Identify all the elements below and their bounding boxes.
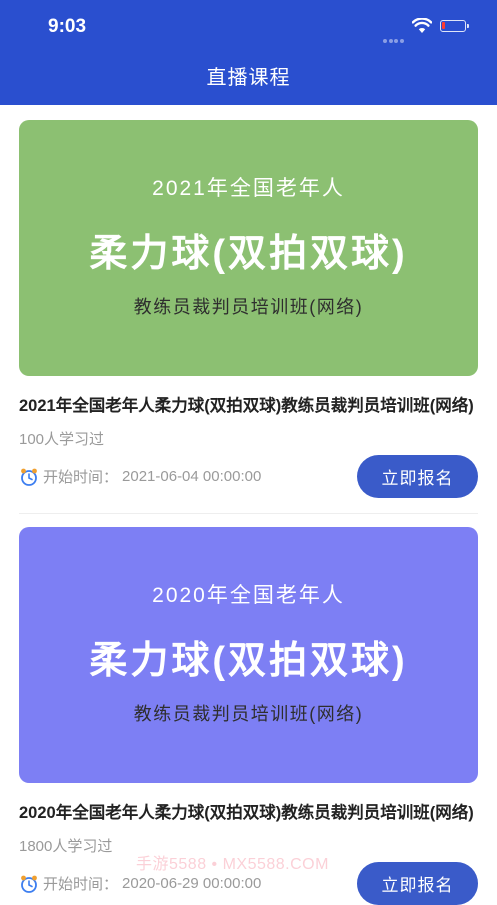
alarm-clock-icon (21, 875, 37, 893)
banner-title: 柔力球(双拍双球) (89, 233, 408, 275)
course-start-time: 开始时间： 2020-06-29 00:00:00 (19, 873, 261, 894)
course-title[interactable]: 2021年全国老年人柔力球(双拍双球)教练员裁判员培训班(网络) (19, 392, 477, 416)
nav-bar: 直播课程 (0, 54, 497, 105)
watermark: 手游5588 • MX5588.COM (136, 856, 329, 873)
enroll-button[interactable]: 立即报名 (357, 862, 478, 905)
banner-caption: 教练员裁判员培训班(网络) (133, 297, 364, 317)
course-learners: 100人学习过 (19, 431, 105, 448)
battery-icon (440, 20, 469, 32)
course-banner[interactable]: 2020年全国老年人 柔力球(双拍双球) 教练员裁判员培训班(网络) (19, 527, 478, 783)
start-time-label: 开始时间： (43, 876, 119, 893)
status-bar: 9:03 (0, 0, 497, 54)
banner-title: 柔力球(双拍双球) (89, 640, 408, 682)
banner-subtitle: 2020年全国老年人 (152, 584, 345, 607)
course-banner[interactable]: 2021年全国老年人 柔力球(双拍双球) 教练员裁判员培训班(网络) (19, 120, 478, 376)
alarm-clock-icon (21, 468, 37, 486)
start-time-value: 2020-06-29 00:00:00 (122, 875, 262, 892)
banner-caption: 教练员裁判员培训班(网络) (133, 704, 364, 724)
status-time: 9:03 (48, 16, 87, 37)
wifi-icon (412, 18, 432, 33)
course-title[interactable]: 2020年全国老年人柔力球(双拍双球)教练员裁判员培训班(网络) (19, 799, 477, 823)
course-learners: 1800人学习过 (19, 838, 113, 855)
course-start-time: 开始时间： 2021-06-04 00:00:00 (19, 466, 261, 487)
start-time-value: 2021-06-04 00:00:00 (122, 468, 262, 485)
page-title: 直播课程 (206, 67, 291, 89)
banner-subtitle: 2021年全国老年人 (152, 177, 345, 200)
signal-icon (383, 30, 405, 48)
divider (19, 513, 478, 514)
enroll-button[interactable]: 立即报名 (357, 455, 478, 498)
start-time-label: 开始时间： (43, 469, 119, 486)
